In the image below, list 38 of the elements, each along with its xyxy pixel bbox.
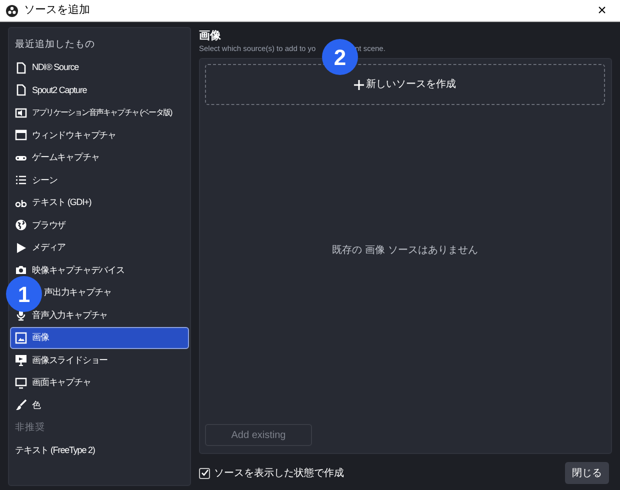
source-list-item[interactable]: メディア [10,236,189,259]
window-title: ソースを追加 [24,3,91,18]
window-icon [15,129,27,142]
source-list-item[interactable]: NDI® Source [10,56,189,79]
source-list-item[interactable]: テキスト (FreeType 2) [10,439,189,462]
source-list-item[interactable]: 画面キャプチャ [10,372,189,394]
source-list-item[interactable]: アプリケーション音声キャプチャ (ベータ版) [10,102,189,124]
app-logo-icon [6,4,18,16]
globe-icon [15,219,27,232]
source-list-item[interactable]: シーン [10,169,189,192]
file-icon [15,84,27,96]
source-list-item[interactable]: 画像スライドショー [10,349,189,372]
source-list-item[interactable]: 画像 [10,326,189,349]
empty-message: 既存の 画像 ソースはありません [332,244,478,258]
source-list-item[interactable]: ウィンドウキャプチャ [10,124,189,146]
close-dialog-button[interactable]: 閉じる [565,462,609,484]
source-list-item[interactable]: テキスト (GDI+) [10,192,189,214]
section-header: 最近追加したもの [14,38,96,52]
source-list-item[interactable]: ブラウザ [10,214,189,236]
section-header: 非推奨 [14,420,46,435]
source-list-item[interactable]: 声出力キャプチャ [39,282,189,304]
section-heading: 画像 [199,29,222,43]
slideshow-icon [15,354,27,366]
checkbox-label: ソースを表示した状態で作成 [214,466,345,480]
speaker-window-icon [15,106,27,119]
source-list-item[interactable]: 色 [10,394,189,416]
close-button[interactable]: × [592,3,612,18]
image-icon [15,332,27,344]
plus-icon [354,80,364,90]
source-list-item[interactable]: ゲームキャプチャ [10,146,189,169]
visible-checkbox[interactable] [199,468,210,478]
camera-icon [15,264,27,276]
monitor-icon [15,376,27,389]
play-icon [15,242,27,254]
brush-icon [15,399,27,412]
source-list-item[interactable]: Spout2 Capture [10,79,189,102]
file-icon [15,62,27,74]
list-icon [15,174,27,186]
